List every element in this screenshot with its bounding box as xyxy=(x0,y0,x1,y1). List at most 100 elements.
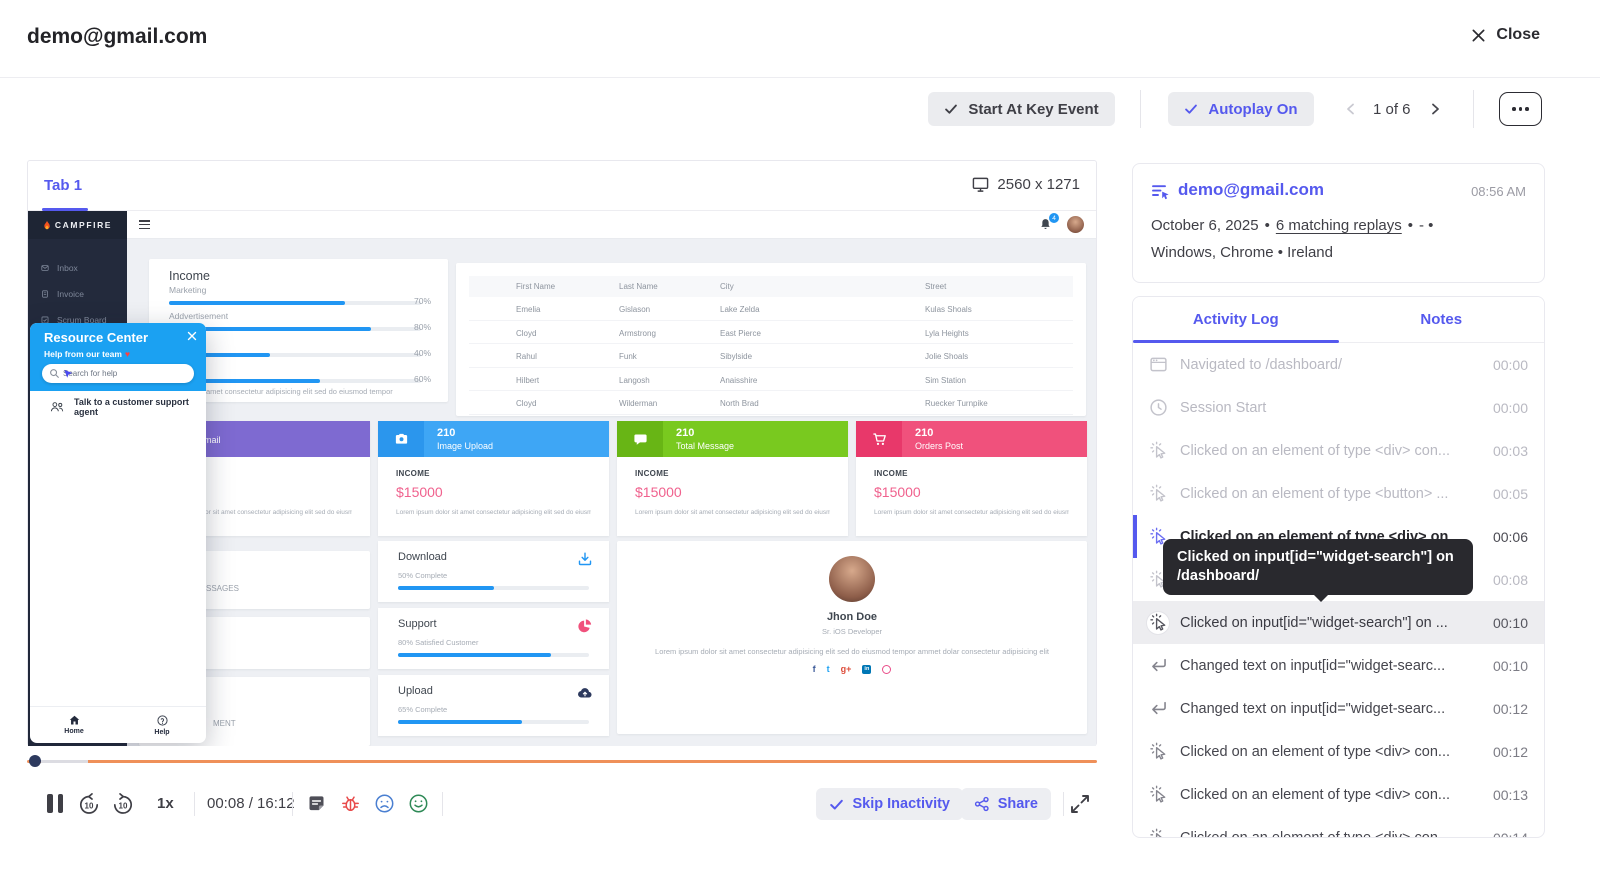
autoplay-toggle-button[interactable]: Autoplay On xyxy=(1168,92,1314,126)
resolution-indicator: 2560 x 1271 xyxy=(972,176,1080,193)
add-note-button[interactable] xyxy=(306,793,327,814)
session-time: 08:56 AM xyxy=(1471,184,1526,199)
hamburger-menu-icon[interactable] xyxy=(139,220,150,231)
help-icon xyxy=(157,715,168,726)
table-cell: Lake Zelda xyxy=(720,305,760,314)
profile-role: Sr. iOS Developer xyxy=(617,627,1087,636)
table-row: CloydArmstrongEast PierceLyla Heights xyxy=(469,321,1073,345)
matching-replays-link[interactable]: 6 matching replays xyxy=(1276,217,1402,234)
activity-entry[interactable]: Changed text on input[id="widget-searc..… xyxy=(1133,687,1544,730)
cursor-click-icon xyxy=(1147,741,1169,763)
frustration-button[interactable] xyxy=(374,793,395,814)
tab-1[interactable]: Tab 1 xyxy=(44,177,82,194)
session-environment: Windows, Chrome • Ireland xyxy=(1151,244,1333,261)
activity-entry[interactable]: Clicked on input[id="widget-search"] on … xyxy=(1133,601,1544,644)
fullscreen-icon[interactable] xyxy=(1069,793,1091,815)
activity-entry[interactable]: Clicked on an element of type <div> con.… xyxy=(1133,773,1544,816)
income-footer-text: amet consectetur adipisicing elit sed do… xyxy=(206,387,393,396)
playback-time: 00:08 / 16:12 xyxy=(207,795,295,812)
session-date: October 6, 2025 xyxy=(1151,217,1259,234)
playback-timeline[interactable] xyxy=(27,755,1097,767)
rewind-10-button[interactable]: 10 xyxy=(77,792,101,816)
start-at-key-event-button[interactable]: Start At Key Event xyxy=(928,92,1115,126)
camera-icon xyxy=(378,421,424,457)
activity-entry-label: Clicked on an element of type <div> con.… xyxy=(1180,830,1482,839)
activity-entry-label: Session Start xyxy=(1180,400,1482,416)
linkedin-icon[interactable]: in xyxy=(862,665,871,674)
session-user-link[interactable]: demo@gmail.com xyxy=(1178,180,1324,200)
activity-entry[interactable]: Clicked on an element of type <div> con.… xyxy=(1133,816,1544,838)
activity-entry[interactable]: Clicked on an element of type <div> con.… xyxy=(1133,730,1544,773)
table-cell: Armstrong xyxy=(619,329,656,338)
resource-center-footer: Home Help xyxy=(30,706,206,743)
table-cell: Wilderman xyxy=(619,399,657,408)
table-cell: East Pierce xyxy=(720,329,761,338)
pause-button[interactable] xyxy=(47,794,63,813)
share-icon xyxy=(974,796,990,812)
facebook-icon[interactable]: f xyxy=(813,665,816,674)
more-options-button[interactable] xyxy=(1499,92,1542,126)
resource-search-input[interactable]: Search for help xyxy=(42,364,194,383)
cart-icon xyxy=(856,421,902,457)
playback-speed-button[interactable]: 1x xyxy=(157,795,174,812)
stat-title: Image Upload xyxy=(437,441,493,451)
sidebar-item-label: Inbox xyxy=(57,263,78,273)
activity-entry-label: Changed text on input[id="widget-searc..… xyxy=(1180,701,1482,717)
search-icon xyxy=(49,368,60,379)
resource-tab-home[interactable]: Home xyxy=(30,707,118,743)
bug-report-button[interactable] xyxy=(340,793,361,814)
tab-activity-log[interactable]: Activity Log xyxy=(1133,297,1339,342)
share-button[interactable]: Share xyxy=(961,788,1051,820)
stat-cards-row: EmailINCOME$15000Lorem ipsum dolor sit a… xyxy=(139,421,1087,536)
table-cell: Sibylside xyxy=(720,352,752,361)
profile-avatar xyxy=(829,556,875,602)
download-icon xyxy=(577,551,593,567)
happy-moment-button[interactable] xyxy=(408,793,429,814)
activity-entry[interactable]: Clicked on an element of type <div> con.… xyxy=(1133,429,1544,472)
close-button[interactable]: Close xyxy=(1471,26,1540,44)
table-column-header: Last Name xyxy=(619,282,658,291)
table-column-header: Street xyxy=(925,282,946,291)
chat-icon xyxy=(617,421,663,457)
close-icon xyxy=(1471,28,1486,43)
google-plus-icon[interactable]: g+ xyxy=(841,665,852,674)
activity-entry-label: Clicked on an element of type <div> con.… xyxy=(1180,787,1482,803)
resource-tab-help[interactable]: Help xyxy=(118,707,206,743)
stat-body-text: $15000 xyxy=(396,484,591,500)
session-replay-modal: demo@gmail.com Close Start At Key Event … xyxy=(0,0,1600,869)
activity-entry-label: Clicked on an element of type <div> con.… xyxy=(1180,744,1482,760)
income-title: Income xyxy=(169,269,210,283)
activity-entry[interactable]: Changed text on input[id="widget-searc..… xyxy=(1133,644,1544,687)
skip-inactivity-button[interactable]: Skip Inactivity xyxy=(816,788,963,820)
activity-entry[interactable]: Clicked on an element of type <button> .… xyxy=(1133,472,1544,515)
campfire-logo: CAMPFIRE xyxy=(28,211,127,239)
close-icon[interactable] xyxy=(187,331,197,341)
next-replay-chevron-icon[interactable] xyxy=(1428,102,1442,116)
replay-screen[interactable]: CAMPFIRE InboxInvoiceScrum BoardCalendar… xyxy=(28,211,1096,746)
sidebar-item-inbox[interactable]: Inbox xyxy=(28,255,127,281)
support-agent-item[interactable]: Talk to a customer support agent xyxy=(50,397,206,417)
stat-body-text: Lorem ipsum dolor sit amet consectetur a… xyxy=(635,509,830,516)
timeline-activity-segment xyxy=(41,760,88,763)
divider xyxy=(442,792,443,816)
forward-10-button[interactable]: 10 xyxy=(111,792,135,816)
previous-replay-chevron-icon[interactable] xyxy=(1344,102,1358,116)
activity-entry-time: 00:06 xyxy=(1493,529,1528,545)
table-cell: North Brad xyxy=(720,399,759,408)
sidebar-item-invoice[interactable]: Invoice xyxy=(28,281,127,307)
table-cell: Emelia xyxy=(516,305,540,314)
tab-notes[interactable]: Notes xyxy=(1339,297,1545,342)
table-row: RahulFunkSibylsideJolie Shoals xyxy=(469,344,1073,368)
income-bar-row: 40% xyxy=(169,337,431,361)
table-cell: Cloyd xyxy=(516,329,536,338)
avatar[interactable] xyxy=(1067,216,1084,233)
activity-entry[interactable]: Session Start00:00 xyxy=(1133,386,1544,429)
playhead-handle[interactable] xyxy=(29,755,41,767)
dribbble-icon[interactable] xyxy=(882,665,891,674)
cursor-click-icon xyxy=(1147,483,1169,505)
replay-topbar: 4 xyxy=(127,211,1096,239)
timeline-track[interactable] xyxy=(27,760,1097,763)
activity-entry[interactable]: Navigated to /dashboard/00:00 xyxy=(1133,343,1544,386)
profile-name: Jhon Doe xyxy=(617,611,1087,623)
twitter-icon[interactable]: t xyxy=(827,665,830,674)
